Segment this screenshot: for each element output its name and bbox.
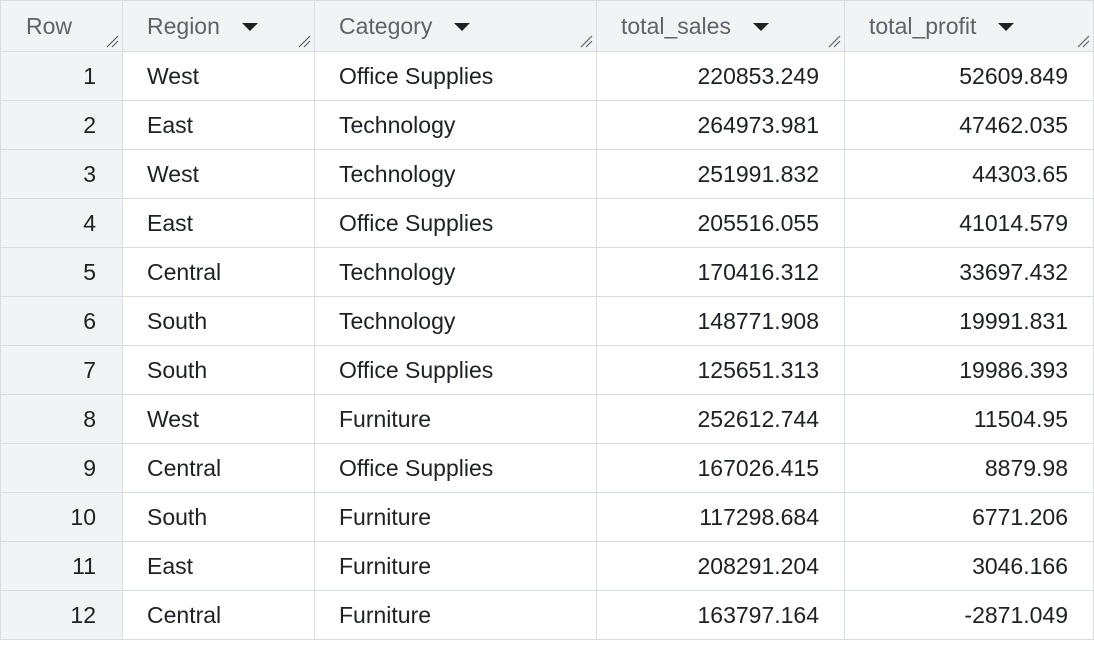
total-profit-cell[interactable]: 11504.95 (844, 394, 1094, 444)
sort-dropdown-icon[interactable] (454, 23, 471, 31)
region-cell[interactable]: East (122, 541, 315, 591)
table-row[interactable]: 8 West Furniture 252612.744 11504.95 (0, 394, 1094, 444)
sort-dropdown-icon[interactable] (752, 23, 769, 31)
table-row[interactable]: 7 South Office Supplies 125651.313 19986.393 (0, 345, 1094, 395)
table-row[interactable]: 10 South Furniture 117298.684 6771.206 (0, 492, 1094, 542)
table-row[interactable]: 4 East Office Supplies 205516.055 41014.579 (0, 198, 1094, 248)
table-row[interactable]: 3 West Technology 251991.832 44303.65 (0, 149, 1094, 199)
results-table: Row Region Category total_sales total_pr… (0, 0, 1094, 640)
column-header-region[interactable]: Region (122, 0, 315, 52)
total-sales-cell[interactable]: 125651.313 (596, 345, 845, 395)
category-cell[interactable]: Technology (314, 149, 597, 199)
table-header: Row Region Category total_sales total_pr… (0, 0, 1094, 52)
category-cell[interactable]: Office Supplies (314, 51, 597, 101)
column-header-row[interactable]: Row (0, 0, 123, 52)
region-cell[interactable]: West (122, 51, 315, 101)
total-sales-cell[interactable]: 167026.415 (596, 443, 845, 493)
column-header-total-profit[interactable]: total_profit (844, 0, 1094, 52)
row-number-cell[interactable]: 4 (0, 198, 123, 248)
resize-handle-icon[interactable] (579, 34, 593, 48)
column-header-label: Region (147, 12, 220, 39)
region-cell[interactable]: West (122, 394, 315, 444)
table-row[interactable]: 1 West Office Supplies 220853.249 52609.849 (0, 51, 1094, 101)
category-cell[interactable]: Furniture (314, 541, 597, 591)
region-cell[interactable]: South (122, 345, 315, 395)
header-row: Row Region Category total_sales total_pr… (0, 0, 1094, 52)
total-profit-cell[interactable]: 8879.98 (844, 443, 1094, 493)
region-cell[interactable]: West (122, 149, 315, 199)
region-cell[interactable]: South (122, 492, 315, 542)
resize-handle-icon[interactable] (105, 34, 119, 48)
total-profit-cell[interactable]: 19991.831 (844, 296, 1094, 346)
total-profit-cell[interactable]: 41014.579 (844, 198, 1094, 248)
column-header-label: total_profit (869, 12, 977, 39)
category-cell[interactable]: Office Supplies (314, 345, 597, 395)
row-number-cell[interactable]: 10 (0, 492, 123, 542)
category-cell[interactable]: Office Supplies (314, 443, 597, 493)
region-cell[interactable]: Central (122, 247, 315, 297)
row-number-cell[interactable]: 2 (0, 100, 123, 150)
total-profit-cell[interactable]: 6771.206 (844, 492, 1094, 542)
region-cell[interactable]: Central (122, 443, 315, 493)
sort-dropdown-icon[interactable] (998, 23, 1015, 31)
row-number-cell[interactable]: 11 (0, 541, 123, 591)
table-row[interactable]: 6 South Technology 148771.908 19991.831 (0, 296, 1094, 346)
total-sales-cell[interactable]: 208291.204 (596, 541, 845, 591)
row-number-cell[interactable]: 5 (0, 247, 123, 297)
total-sales-cell[interactable]: 117298.684 (596, 492, 845, 542)
category-cell[interactable]: Furniture (314, 394, 597, 444)
total-sales-cell[interactable]: 264973.981 (596, 100, 845, 150)
row-number-cell[interactable]: 3 (0, 149, 123, 199)
total-profit-cell[interactable]: 52609.849 (844, 51, 1094, 101)
table-row[interactable]: 5 Central Technology 170416.312 33697.432 (0, 247, 1094, 297)
table-row[interactable]: 11 East Furniture 208291.204 3046.166 (0, 541, 1094, 591)
table-body: 1 West Office Supplies 220853.249 52609.849 2… (0, 51, 1094, 640)
row-number-cell[interactable]: 12 (0, 590, 123, 640)
category-cell[interactable]: Furniture (314, 492, 597, 542)
region-cell[interactable]: East (122, 198, 315, 248)
resize-handle-icon[interactable] (827, 34, 841, 48)
total-sales-cell[interactable]: 148771.908 (596, 296, 845, 346)
row-number-cell[interactable]: 6 (0, 296, 123, 346)
total-sales-cell[interactable]: 252612.744 (596, 394, 845, 444)
category-cell[interactable]: Furniture (314, 590, 597, 640)
sort-dropdown-icon[interactable] (241, 23, 258, 31)
category-cell[interactable]: Technology (314, 100, 597, 150)
row-number-cell[interactable]: 1 (0, 51, 123, 101)
total-sales-cell[interactable]: 251991.832 (596, 149, 845, 199)
total-profit-cell[interactable]: 3046.166 (844, 541, 1094, 591)
row-number-cell[interactable]: 9 (0, 443, 123, 493)
table-row[interactable]: 12 Central Furniture 163797.164 -2871.049 (0, 590, 1094, 640)
total-profit-cell[interactable]: 47462.035 (844, 100, 1094, 150)
category-cell[interactable]: Technology (314, 296, 597, 346)
column-header-label: Row (26, 12, 73, 39)
resize-handle-icon[interactable] (297, 34, 311, 48)
table-row[interactable]: 9 Central Office Supplies 167026.415 8879.98 (0, 443, 1094, 493)
region-cell[interactable]: Central (122, 590, 315, 640)
total-sales-cell[interactable]: 163797.164 (596, 590, 845, 640)
resize-handle-icon[interactable] (1076, 34, 1090, 48)
column-header-label: Category (339, 12, 433, 39)
region-cell[interactable]: South (122, 296, 315, 346)
total-sales-cell[interactable]: 220853.249 (596, 51, 845, 101)
row-number-cell[interactable]: 8 (0, 394, 123, 444)
total-profit-cell[interactable]: -2871.049 (844, 590, 1094, 640)
category-cell[interactable]: Technology (314, 247, 597, 297)
column-header-label: total_sales (621, 12, 731, 39)
total-profit-cell[interactable]: 44303.65 (844, 149, 1094, 199)
region-cell[interactable]: East (122, 100, 315, 150)
total-sales-cell[interactable]: 170416.312 (596, 247, 845, 297)
table-row[interactable]: 2 East Technology 264973.981 47462.035 (0, 100, 1094, 150)
total-profit-cell[interactable]: 33697.432 (844, 247, 1094, 297)
category-cell[interactable]: Office Supplies (314, 198, 597, 248)
total-profit-cell[interactable]: 19986.393 (844, 345, 1094, 395)
column-header-total-sales[interactable]: total_sales (596, 0, 845, 52)
column-header-category[interactable]: Category (314, 0, 597, 52)
total-sales-cell[interactable]: 205516.055 (596, 198, 845, 248)
row-number-cell[interactable]: 7 (0, 345, 123, 395)
